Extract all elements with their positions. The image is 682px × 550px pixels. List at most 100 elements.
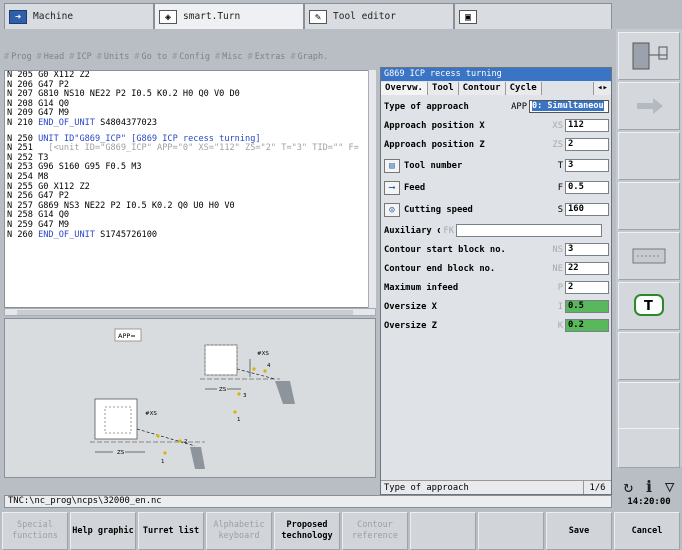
turret-list-softkey[interactable]: Turret list: [138, 512, 204, 550]
cutting-speed-icon[interactable]: ◎: [384, 202, 400, 217]
cycle-dialog: G869 ICP recess turning Overvw. Tool Con…: [380, 67, 612, 495]
tab-smart-turn[interactable]: ◈ smart.Turn: [154, 3, 304, 29]
tool-softkey[interactable]: T: [618, 282, 680, 330]
field-contour-start: Contour start block no. NS 3: [381, 240, 611, 259]
menu-config[interactable]: Config: [172, 52, 210, 62]
tool-number-input[interactable]: 3: [565, 159, 609, 172]
menu-extras[interactable]: Extras: [248, 52, 286, 62]
xs-label: #XS: [257, 351, 269, 357]
editor-vertical-scrollbar[interactable]: [368, 70, 376, 308]
scrollbar-thumb[interactable]: [17, 310, 353, 315]
menu-head[interactable]: Head: [37, 52, 64, 62]
menu-prog[interactable]: Prog: [4, 52, 31, 62]
display-panel-icon: [632, 248, 666, 264]
feed-input[interactable]: 0.5: [565, 181, 609, 194]
max-infeed-input[interactable]: 2: [565, 281, 609, 294]
code-line[interactable]: N 253 G96 S160 G95 F0.5 M3: [5, 163, 375, 173]
dialog-status-text: Type of approach: [384, 483, 469, 493]
softkey-empty-7[interactable]: [478, 512, 544, 550]
field-tool-number: ▤ Tool number T 3: [381, 156, 611, 175]
help-graphic: APP= #XS ZS 4 3 1 #XS ZS 2 1: [4, 318, 376, 478]
field-approach-z: Approach position Z ZS 2: [381, 135, 611, 154]
editor-horizontal-scrollbar[interactable]: [4, 308, 376, 316]
approach-z-input[interactable]: 2: [565, 138, 609, 151]
menu-bar: Prog Head ICP Units Go to Config Misc Ex…: [4, 49, 376, 65]
tool-icon[interactable]: ▤: [384, 158, 400, 173]
app-label: APP=: [118, 332, 136, 340]
diamond-arrow-icon: ◈: [159, 9, 177, 24]
help-graphic-softkey[interactable]: Help graphic: [70, 512, 136, 550]
dialog-title: G869 ICP recess turning: [381, 68, 611, 81]
machine-view-softkey[interactable]: [618, 32, 680, 80]
field-contour-end: Contour end block no. NE 22: [381, 259, 611, 278]
field-cutting-speed: ◎ Cutting speed S 160: [381, 200, 611, 219]
svg-text:1: 1: [161, 459, 165, 465]
tab-cycle[interactable]: Cycle: [505, 82, 542, 95]
contour-start-input[interactable]: 3: [565, 243, 609, 256]
tab-tool-editor[interactable]: ✎ Tool editor: [304, 3, 454, 29]
softkey-empty-5[interactable]: [618, 428, 680, 468]
svg-text:3: 3: [243, 393, 247, 399]
field-maximum-infeed: Maximum infeed P 2: [381, 278, 611, 297]
machine-icon: [632, 42, 668, 70]
approach-select[interactable]: 0: Simultaneou: [529, 100, 609, 113]
arrow-right-icon: ➜: [9, 9, 27, 24]
save-disk-icon: ▣: [459, 9, 477, 24]
menu-goto[interactable]: Go to: [134, 52, 168, 62]
code-line[interactable]: N 260 END_OF_UNIT S1745726100: [5, 230, 375, 241]
next-step-softkey[interactable]: [618, 82, 680, 130]
refresh-icon[interactable]: ↻: [623, 477, 633, 496]
field-oversize-z: Oversize Z K 0.2: [381, 316, 611, 335]
info-icon[interactable]: i: [646, 477, 652, 496]
recess-help-diagram: APP= #XS ZS 4 3 1 #XS ZS 2 1: [90, 328, 295, 469]
svg-text:ZS: ZS: [117, 450, 125, 456]
program-editor[interactable]: N 205 G0 X112 Z2 N 206 G47 P2 N 207 G810…: [4, 70, 376, 308]
svg-text:T: T: [644, 299, 653, 314]
tab-save[interactable]: ▣: [454, 3, 612, 29]
softkey-empty-6[interactable]: [410, 512, 476, 550]
field-approach-x: Approach position X XS 112: [381, 116, 611, 135]
tab-contour[interactable]: Contour: [458, 82, 506, 95]
menu-icp[interactable]: ICP: [69, 52, 91, 62]
alphabetic-keyboard-softkey[interactable]: Alphabetic keyboard: [206, 512, 272, 550]
special-functions-softkey[interactable]: Special functions: [2, 512, 68, 550]
svg-text:2: 2: [184, 439, 188, 445]
tab-scroll-arrows-icon[interactable]: ◂▸: [593, 82, 611, 95]
softkey-empty-4[interactable]: [618, 382, 680, 430]
softkey-empty-1[interactable]: [618, 132, 680, 180]
contour-end-input[interactable]: 22: [565, 262, 609, 275]
program-path: TNC:\nc_prog\ncps\32000_en.nc: [4, 495, 612, 508]
triangle-down-icon[interactable]: ▽: [665, 477, 675, 496]
status-icons: ↻ i ▽: [617, 476, 681, 496]
tool-t-icon: T: [634, 294, 664, 316]
cutting-speed-input[interactable]: 160: [565, 203, 609, 216]
display-softkey[interactable]: [618, 232, 680, 280]
field-type-of-approach: Type of approach APP 0: Simultaneou: [381, 97, 611, 116]
zs-label: ZS: [219, 387, 227, 393]
proposed-technology-softkey[interactable]: Proposed technology: [274, 512, 340, 550]
oversize-x-input[interactable]: 0.5: [565, 300, 609, 313]
tool-edit-icon: ✎: [309, 9, 327, 24]
feed-icon[interactable]: ⟶: [384, 180, 400, 195]
menu-units[interactable]: Units: [97, 52, 130, 62]
softkey-empty-2[interactable]: [618, 182, 680, 230]
save-softkey[interactable]: Save: [546, 512, 612, 550]
cancel-softkey[interactable]: Cancel: [614, 512, 680, 550]
menu-graph[interactable]: Graph.: [290, 52, 329, 62]
tab-overview[interactable]: Overvw.: [381, 82, 428, 95]
dialog-page-indicator: 1/6: [583, 481, 611, 494]
tab-tool[interactable]: Tool: [427, 82, 459, 95]
menu-misc[interactable]: Misc: [215, 52, 242, 62]
approach-x-input[interactable]: 112: [565, 119, 609, 132]
oversize-z-input[interactable]: 0.2: [565, 319, 609, 332]
field-auxiliary: Auxiliary c… FK: [381, 221, 611, 240]
auxiliary-input[interactable]: [456, 224, 602, 237]
svg-text:1: 1: [237, 417, 241, 423]
dialog-tabs: Overvw. Tool Contour Cycle ◂▸: [381, 82, 611, 95]
svg-text:4: 4: [267, 363, 271, 369]
code-line[interactable]: N 251 [<unit ID="G869_ICP" APP="0" XS="1…: [5, 143, 375, 154]
tab-machine[interactable]: ➜ Machine: [4, 3, 154, 29]
code-line[interactable]: N 210 END_OF_UNIT S4804377023: [5, 118, 375, 129]
contour-reference-softkey[interactable]: Contour reference: [342, 512, 408, 550]
softkey-empty-3[interactable]: [618, 332, 680, 380]
